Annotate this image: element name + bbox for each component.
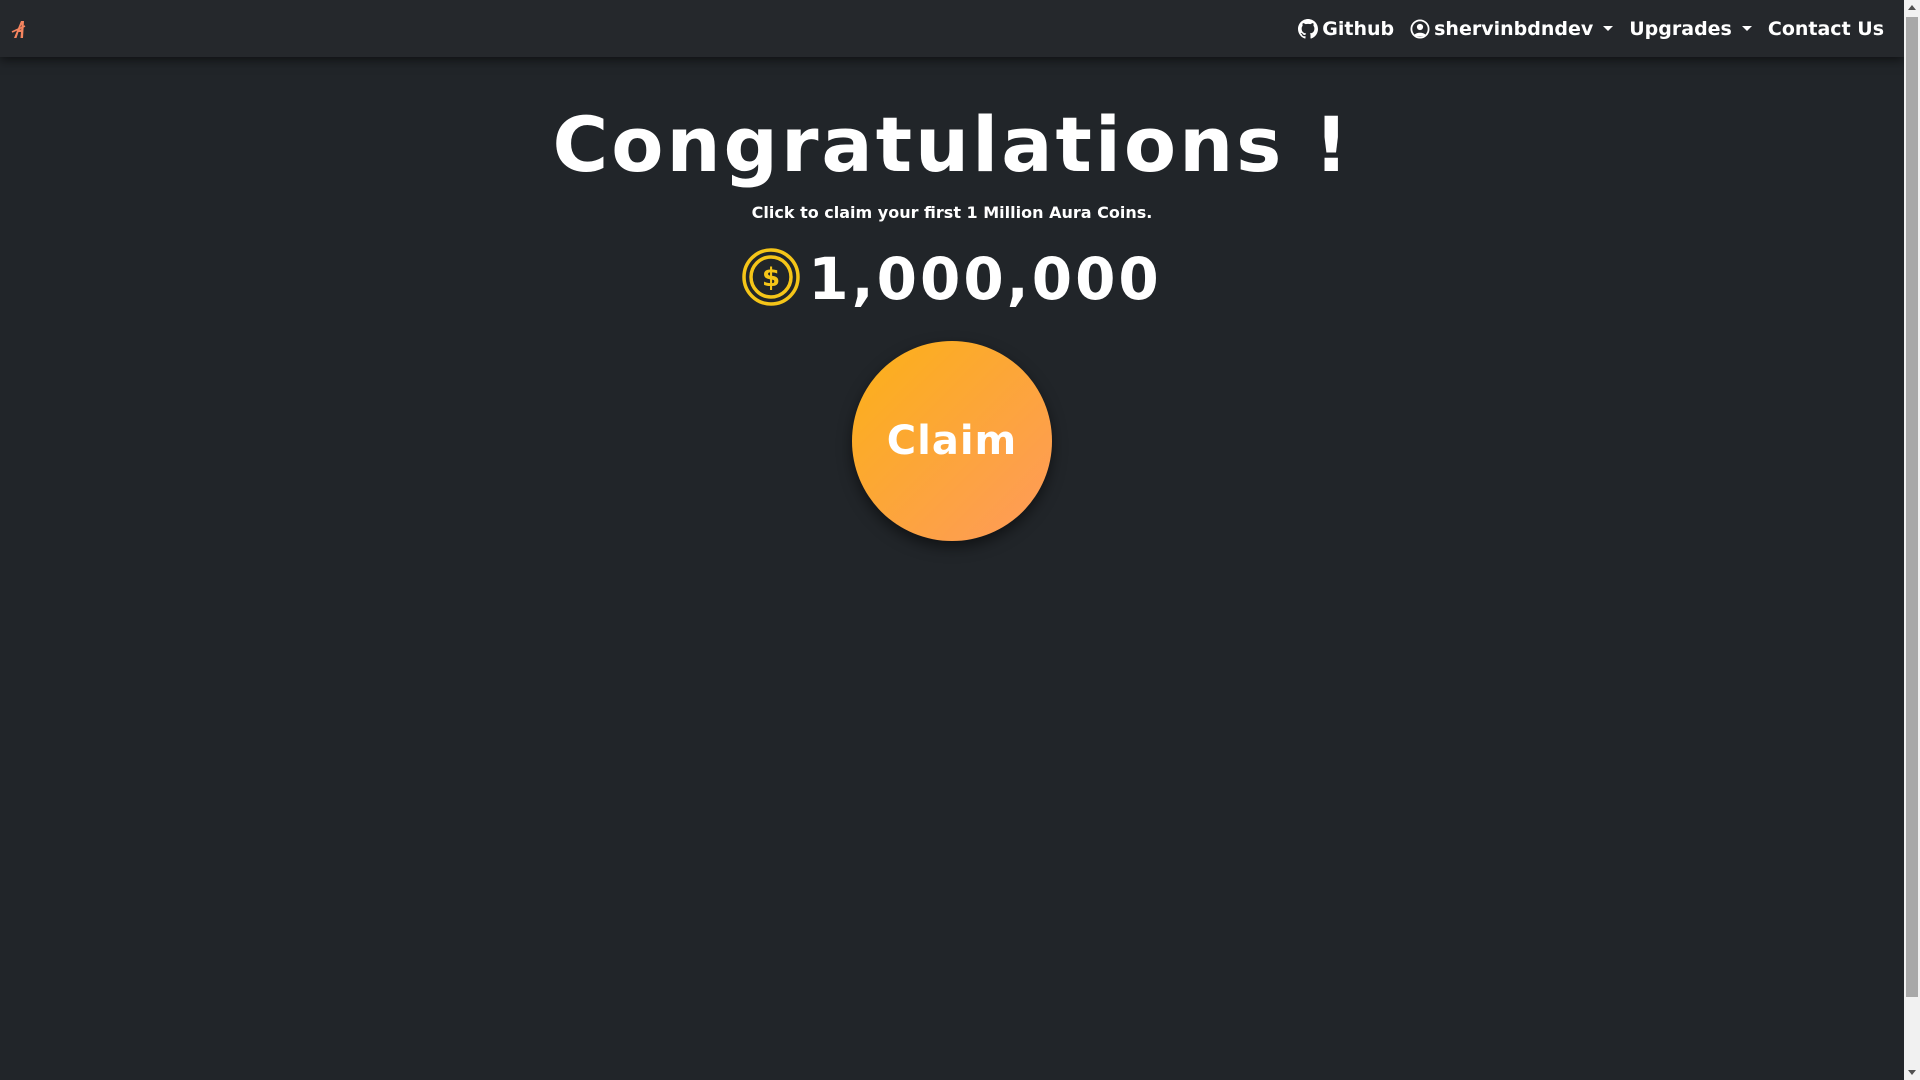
claim-subtitle: Click to claim your first 1 Million Aura… (751, 203, 1153, 222)
main-content: Congratulations ! Click to claim your fi… (0, 57, 1904, 1080)
svg-text:$: $ (762, 263, 780, 293)
user-circle-icon (1410, 18, 1430, 39)
nav-items: Github shervinbdndev Upgrades Contact Us (1298, 0, 1884, 57)
page-title: Congratulations ! (552, 100, 1352, 189)
top-navbar: Github shervinbdndev Upgrades Contact Us (0, 0, 1904, 57)
dollar-coin-icon: $ (742, 248, 800, 310)
claim-button[interactable]: Claim (852, 341, 1052, 541)
chevron-down-icon (1741, 26, 1752, 31)
scroll-up-arrow-icon[interactable] (1908, 5, 1916, 10)
chevron-down-icon (1603, 26, 1614, 31)
vertical-scrollbar[interactable] (1904, 0, 1920, 1080)
coin-amount-row: $ 1,000,000 (0, 248, 1904, 310)
nav-contact-link[interactable]: Contact Us (1768, 18, 1884, 40)
nav-upgrades-dropdown[interactable]: Upgrades (1629, 18, 1752, 40)
github-icon (1298, 18, 1319, 39)
nav-github-label: Github (1322, 17, 1395, 40)
brand-logo-icon[interactable] (11, 18, 29, 40)
scroll-down-arrow-icon[interactable] (1908, 1070, 1916, 1075)
coin-amount: 1,000,000 (808, 245, 1162, 313)
nav-upgrades-label: Upgrades (1629, 17, 1732, 40)
page: Github shervinbdndev Upgrades Contact Us… (0, 0, 1920, 1080)
scrollbar-thumb[interactable] (1906, 17, 1918, 997)
nav-user-label: shervinbdndev (1434, 17, 1594, 40)
nav-github-link[interactable]: Github (1298, 18, 1394, 40)
nav-contact-label: Contact Us (1767, 17, 1884, 40)
nav-user-dropdown[interactable]: shervinbdndev (1410, 17, 1614, 40)
